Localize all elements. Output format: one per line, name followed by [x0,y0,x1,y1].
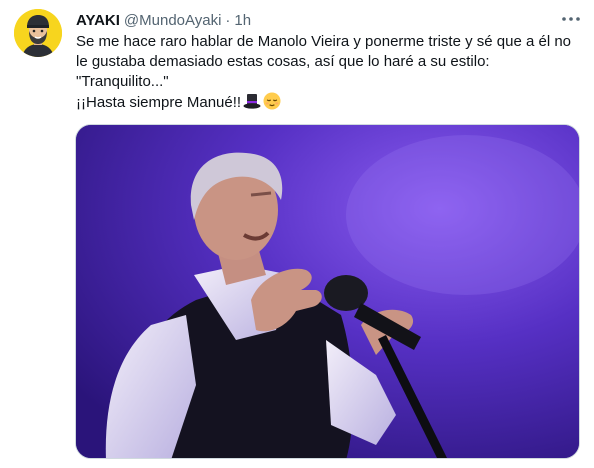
tweet-text: Se me hace raro hablar de Manolo Vieira … [76,32,586,116]
separator-dot: · [225,11,231,29]
avatar-illustration [14,9,62,57]
timestamp[interactable]: 1h [234,12,251,29]
tweet-text-line: "Tranquilito..." [76,73,169,90]
more-icon [562,17,580,21]
avatar[interactable] [14,9,62,57]
author-name[interactable]: AYAKI [76,12,120,29]
top-hat-icon [243,93,261,116]
tweet-text-last-line: ¡¡Hasta siempre Manué!! [76,92,586,116]
author-handle[interactable]: @MundoAyaki [124,12,222,29]
tweet-photo[interactable] [75,124,580,459]
more-options-button[interactable] [560,9,582,29]
singer-photo [76,125,579,458]
tweet[interactable]: AYAKI @MundoAyaki · 1h Se me hace raro h… [0,0,594,468]
tweet-text-line: ¡¡Hasta siempre Manué!! [76,94,242,111]
tweet-text-line: Se me hace raro hablar de Manolo Vieira … [76,33,571,50]
relieved-face-icon [263,92,281,116]
tweet-text-line: le gustaba demasiado estas cosas, así qu… [76,53,490,70]
tweet-header: AYAKI @MundoAyaki · 1h [76,10,251,30]
